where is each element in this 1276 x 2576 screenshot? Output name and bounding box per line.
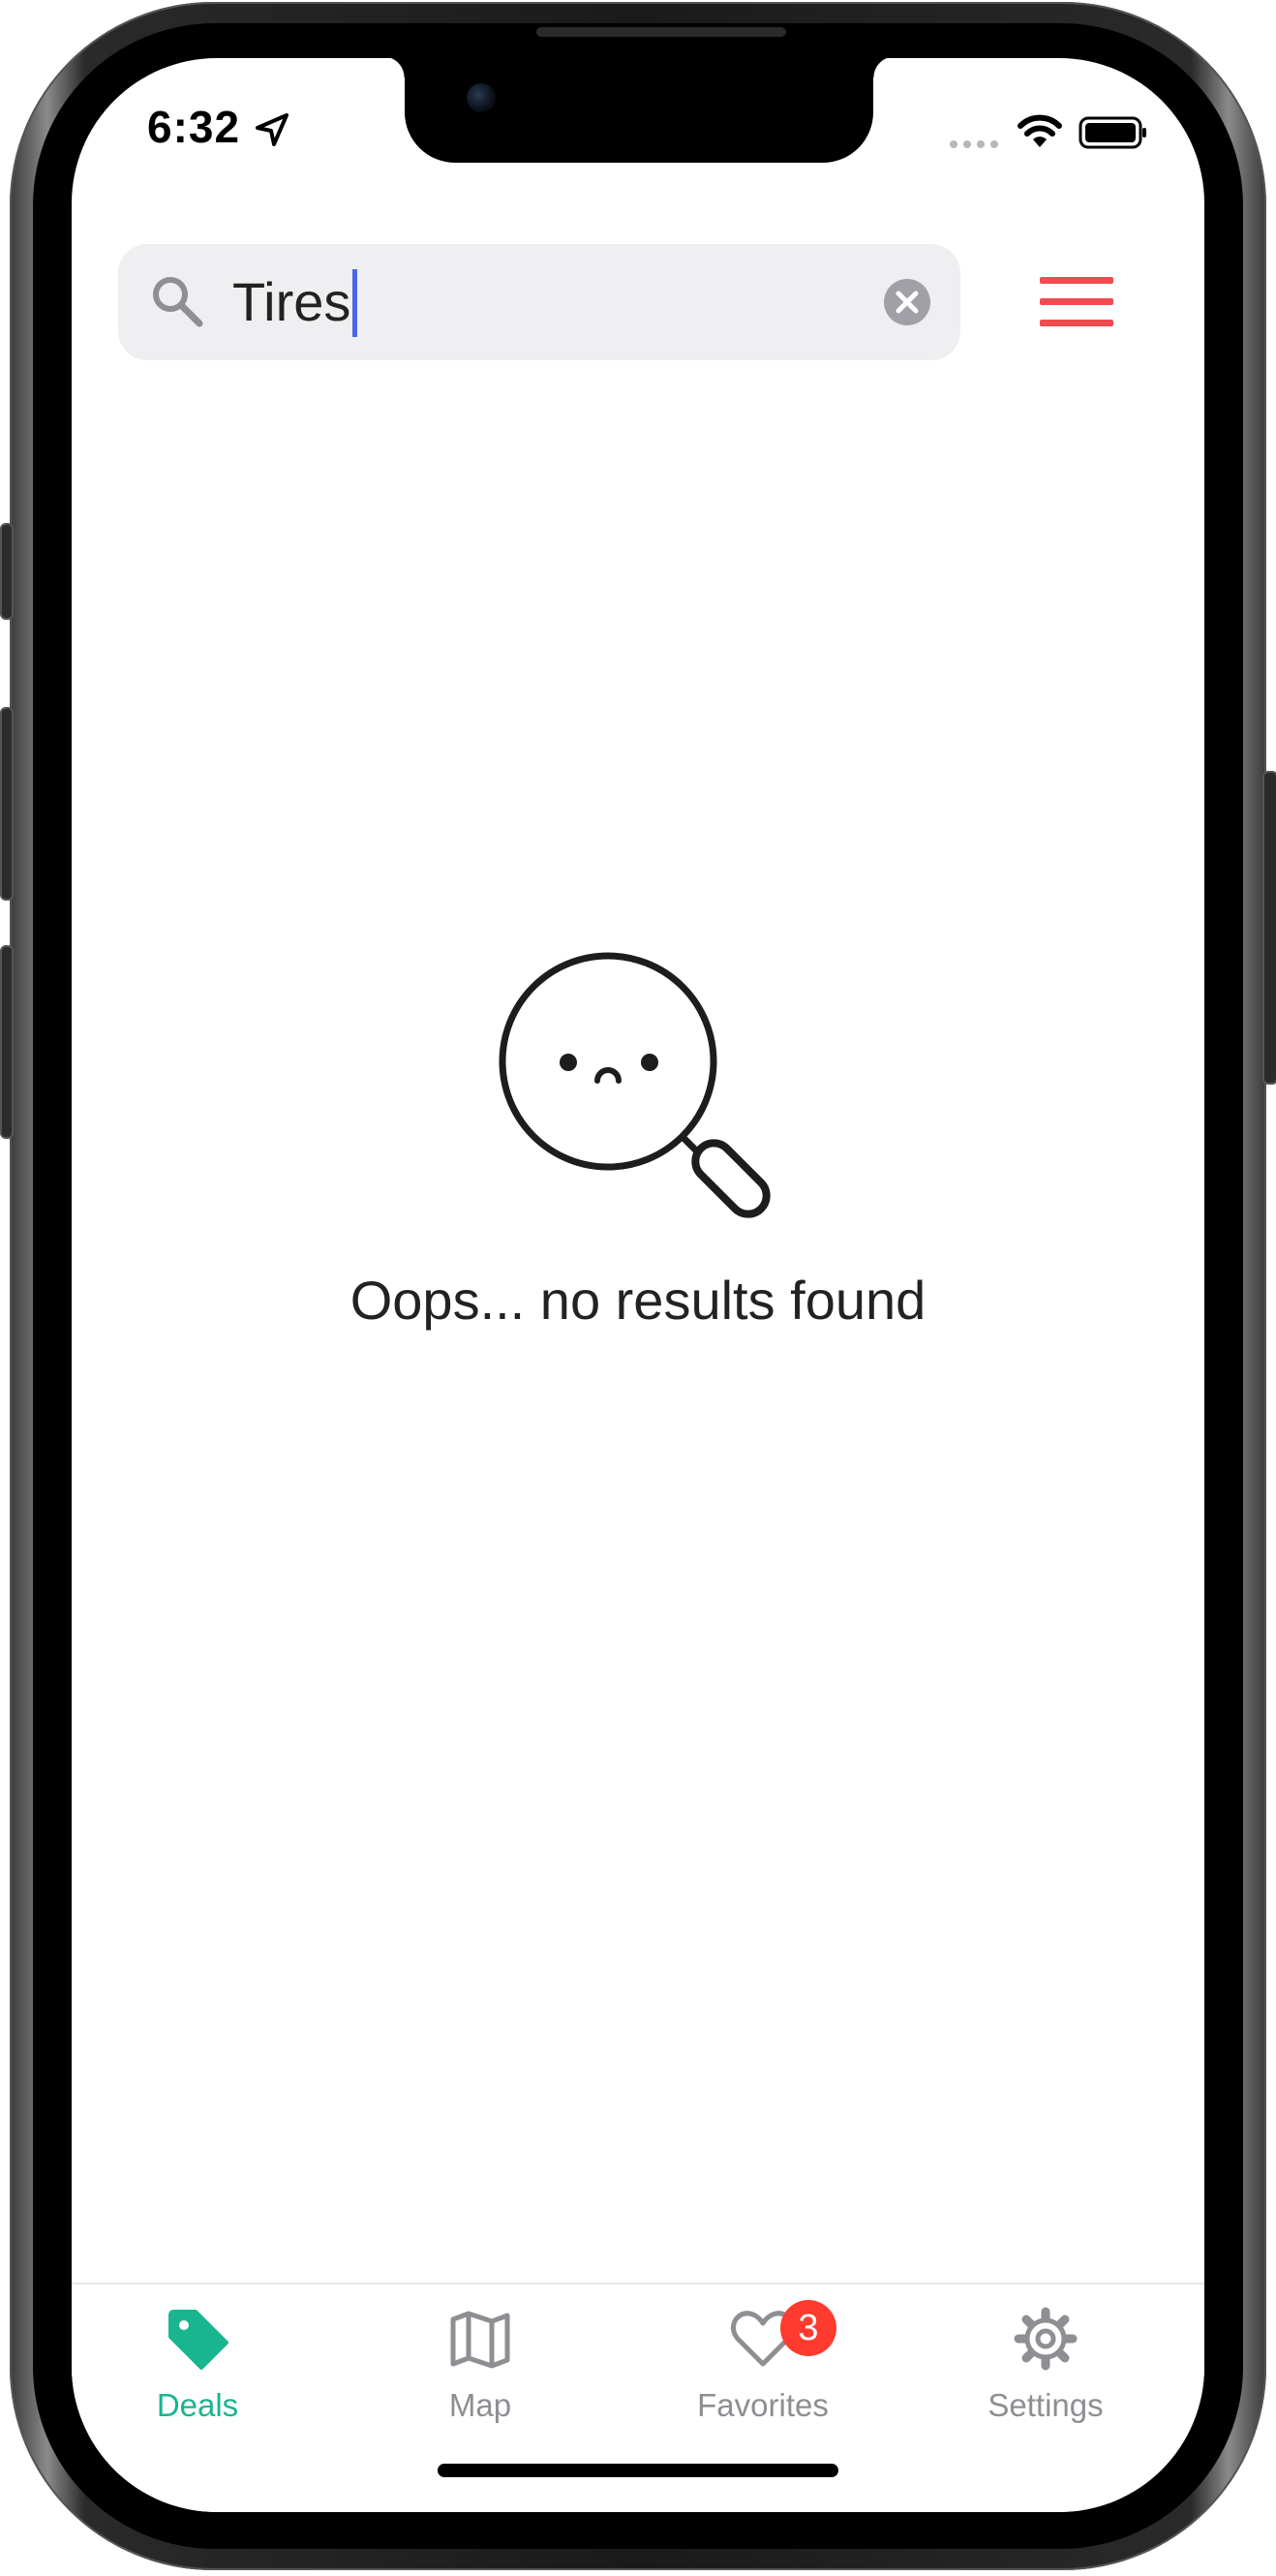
screen: 6:32 Tires Oops... no results found Deal…: [72, 58, 1204, 2512]
clear-icon[interactable]: [883, 278, 931, 326]
tab-deals[interactable]: Deals: [81, 2302, 314, 2438]
notch: [383, 58, 895, 163]
tab-map[interactable]: Map: [364, 2302, 596, 2438]
volume-down-button: [0, 945, 14, 1139]
sad-magnifier-icon: [499, 952, 771, 1218]
wifi-icon: [1018, 114, 1062, 147]
tab-bar: Deals Map 3 Favorites Settings: [72, 2283, 1204, 2512]
search-input[interactable]: Tires: [232, 265, 358, 339]
tab-settings[interactable]: Settings: [929, 2302, 1162, 2438]
volume-up-button: [0, 707, 14, 901]
tag-icon: [168, 2310, 228, 2370]
empty-state-message: Oops... no results found: [349, 1270, 927, 1331]
cellular-signal-icon: [950, 140, 998, 148]
status-time: 6:32: [147, 102, 241, 152]
earpiece-speaker: [536, 27, 786, 37]
search-bar[interactable]: Tires: [118, 244, 960, 360]
gear-icon: [1014, 2307, 1078, 2371]
tab-label-settings: Settings: [987, 2387, 1104, 2423]
tab-label-deals: Deals: [156, 2387, 239, 2423]
tab-label-favorites: Favorites: [697, 2387, 829, 2423]
favorites-badge: 3: [780, 2300, 836, 2356]
search-icon: [153, 277, 203, 327]
power-button: [1262, 771, 1276, 1085]
tab-label-map: Map: [448, 2387, 512, 2423]
home-indicator[interactable]: [438, 2464, 838, 2477]
tab-favorites[interactable]: 3 Favorites: [647, 2300, 879, 2438]
battery-icon: [1079, 116, 1146, 149]
text-caret: [352, 269, 358, 338]
map-icon: [450, 2311, 510, 2369]
location-arrow-icon: [256, 113, 289, 146]
hamburger-menu-icon[interactable]: [1040, 275, 1113, 329]
front-camera: [467, 83, 496, 112]
search-input-value: Tires: [232, 271, 351, 332]
mute-switch: [0, 523, 14, 620]
